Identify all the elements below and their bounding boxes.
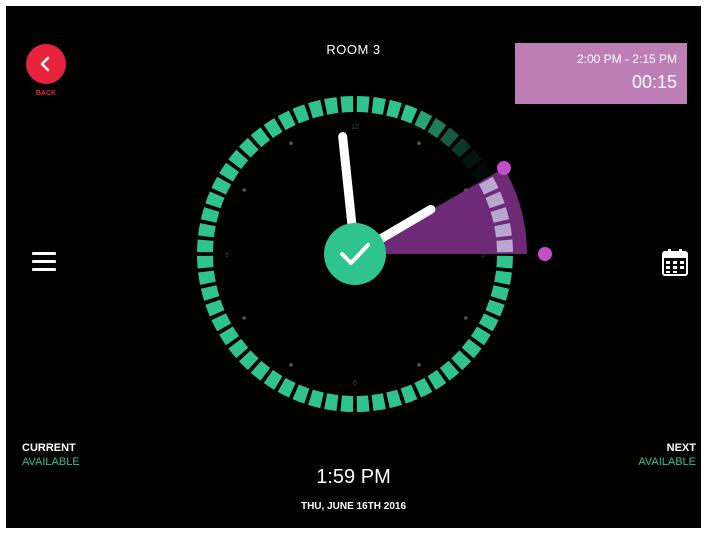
confirm-booking-button[interactable] (324, 223, 386, 285)
chevron-left-icon (40, 56, 50, 72)
dial-segment (219, 162, 240, 182)
dial-segment (263, 369, 283, 390)
dial-segment (356, 395, 370, 412)
hour-dot (242, 316, 246, 320)
dial-segment (292, 104, 310, 124)
dial-segment (200, 285, 220, 301)
hour-dot (242, 188, 246, 192)
booking-end-handle[interactable] (538, 247, 552, 261)
hour-label: 3 (481, 252, 485, 259)
dial-segment (414, 110, 433, 131)
hour-label: 9 (225, 252, 229, 259)
dial-segment (277, 110, 296, 131)
dial-segment (400, 384, 418, 404)
back-label: BACK (35, 90, 57, 97)
hour-dot (417, 141, 421, 145)
dial-segment (485, 299, 505, 317)
dial-segment (198, 270, 216, 285)
dial-segment (324, 97, 339, 115)
dial-segment (490, 285, 510, 301)
dial-segment (470, 326, 491, 346)
dial-segment (371, 393, 386, 411)
booking-start-handle[interactable] (496, 161, 511, 175)
dial-segment (386, 99, 402, 119)
dial-segment (340, 96, 354, 113)
dial-segment (478, 313, 499, 332)
hour-dot (464, 316, 468, 320)
booking-time-range: 2:00 PM - 2:15 PM (576, 52, 677, 66)
dial-segment (386, 389, 402, 409)
next-status-heading: NEXT (666, 442, 696, 454)
hour-label: 6 (353, 380, 357, 387)
current-time: 1:59 PM (316, 466, 391, 488)
current-date: THU, JUNE 16TH 2016 (300, 501, 407, 512)
booking-time-panel[interactable]: 2:00 PM - 2:15 PM 00:15 (515, 43, 687, 104)
dial-segment (340, 395, 354, 412)
dial-segment (400, 104, 418, 124)
dial-segment (496, 239, 513, 253)
hour-label: 12 (351, 124, 359, 131)
dial-segment (427, 369, 447, 390)
dial-segment (496, 255, 513, 269)
current-status-heading: CURRENT (22, 442, 76, 454)
hamburger-menu-icon[interactable] (32, 252, 56, 272)
dial-segment (200, 207, 220, 223)
dial-segment (427, 118, 447, 139)
dial-segment (211, 313, 232, 332)
dial-segment (494, 270, 512, 285)
dial-segment (198, 223, 216, 238)
hour-dot (289, 363, 293, 367)
checkmark-icon (340, 243, 370, 265)
dial-segment (263, 118, 283, 139)
dial-segment (197, 255, 214, 269)
room-booking-screen: 12 3 6 9 BACK ROOM 3 2:00 PM - 2:15 PM 00:1… (6, 6, 701, 528)
dial-segment (371, 97, 386, 115)
dial-segment (197, 239, 214, 253)
hour-dot (417, 363, 421, 367)
dial-segment (356, 96, 370, 113)
dial-segment (211, 176, 232, 195)
hour-dot (289, 141, 293, 145)
dial-segment (219, 326, 240, 346)
dial-segment (292, 384, 310, 404)
calendar-icon[interactable] (662, 248, 688, 276)
next-status: NEXT AVAILABLE (596, 442, 696, 468)
dial-segment (324, 393, 339, 411)
dial-segment (205, 191, 225, 209)
hour-dot (464, 188, 468, 192)
dial-segment (414, 377, 433, 398)
booking-countdown: 00:15 (631, 72, 677, 92)
current-status: CURRENT AVAILABLE (22, 442, 80, 468)
dial-segment (308, 99, 324, 119)
dial-segment (277, 377, 296, 398)
dial-segment (205, 299, 225, 317)
dial-segment (308, 389, 324, 409)
